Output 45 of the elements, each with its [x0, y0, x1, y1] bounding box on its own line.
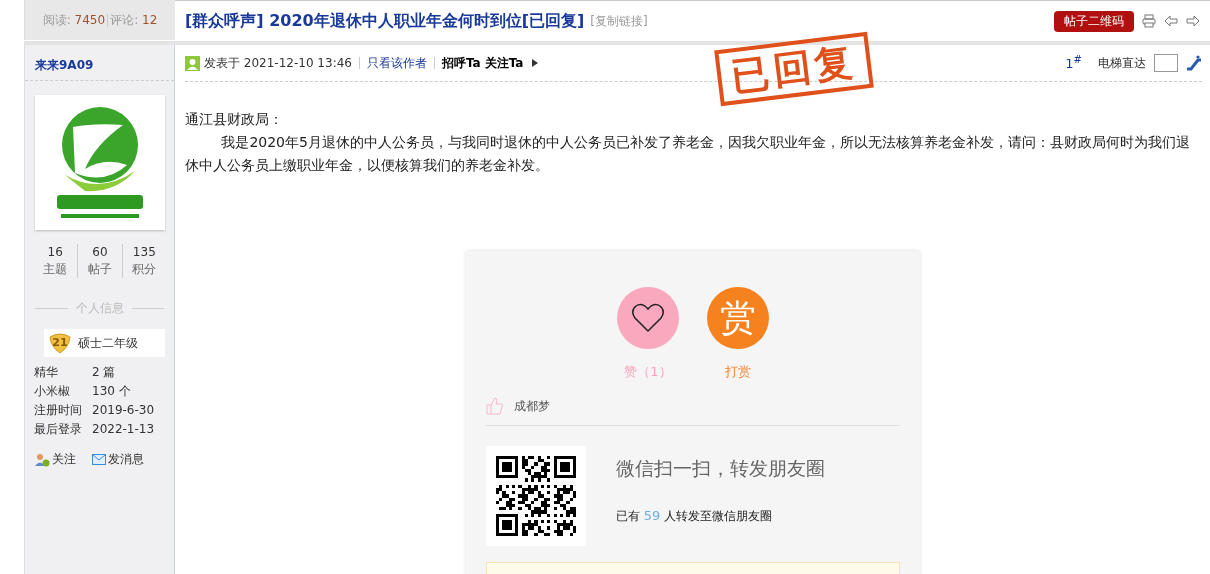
author-name[interactable]: 来来9A09: [25, 45, 174, 81]
heart-icon: [631, 303, 665, 333]
stat-label: 帖子: [88, 261, 112, 278]
greet-link[interactable]: 招呼Ta: [441, 54, 481, 72]
info-label: 最后登录: [34, 422, 83, 437]
floor-input[interactable]: [1154, 54, 1178, 72]
thumbs-up-icon: [486, 397, 504, 415]
caret-icon[interactable]: [531, 58, 540, 68]
stat-label: 主题: [43, 261, 68, 278]
user-icon: [185, 55, 200, 71]
user-add-icon: [34, 452, 50, 467]
message-link[interactable]: 发消息: [92, 451, 144, 468]
previous-arrow-icon[interactable]: [1164, 15, 1178, 27]
follow-link[interactable]: 关注Ta: [484, 54, 524, 72]
info-label: 小米椒: [34, 384, 71, 399]
rank-badge: 21 硕士二年级: [44, 329, 165, 357]
stat-value: 135: [132, 244, 156, 261]
author-only-link[interactable]: 只看该作者: [366, 54, 427, 72]
info-value: 130 个: [92, 384, 132, 399]
follow-link[interactable]: 关注: [34, 451, 76, 468]
mail-icon: [92, 454, 106, 465]
escalator-icon[interactable]: [1186, 55, 1202, 71]
jump-label: 电梯直达: [1098, 54, 1146, 72]
liker-name[interactable]: 成都梦: [514, 397, 550, 415]
next-arrow-icon[interactable]: [1186, 15, 1200, 27]
info-value: 2022-1-13: [92, 422, 156, 437]
post-time: 发表于 2021-12-10 13:46: [204, 54, 352, 72]
stat-value: 16: [47, 244, 63, 261]
info-value: 2 篇: [92, 365, 117, 380]
info-label: 精华: [34, 365, 59, 380]
reads-count: 阅读: 7450: [42, 11, 106, 29]
post-greeting: 通江县财政局：: [185, 110, 283, 129]
share-count-text: 已有 59 人转发至微信朋友圈: [616, 508, 774, 525]
share-title: 微信扫一扫，转发朋友圈: [616, 456, 825, 481]
info-label: 注册时间: [34, 403, 83, 418]
thread-title[interactable]: [群众呼声] 2020年退休中人职业年金何时到位[已回复]: [185, 10, 585, 32]
stat-value: 60: [92, 244, 108, 261]
print-icon[interactable]: [1142, 14, 1156, 28]
stat-label: 积分: [132, 261, 157, 278]
comments-count: 评论: 12: [110, 11, 158, 29]
floor-number: 1$^{#}$: [1065, 54, 1082, 72]
info-value: 2019-6-30: [92, 403, 156, 418]
reply-stamp: 已回复: [714, 31, 874, 107]
qr-code-button[interactable]: 帖子二维码: [1054, 10, 1134, 32]
post-body: 我是2020年5月退休的中人公务员，与我同时退休的中人公务员已补发了养老金，因我欠职业年金，所以无法核算养老金补发，请问：县财政局何时为我们退休中人公务员上缴职业年金，以便核算我们的养老金补发。: [185, 133, 1191, 175]
